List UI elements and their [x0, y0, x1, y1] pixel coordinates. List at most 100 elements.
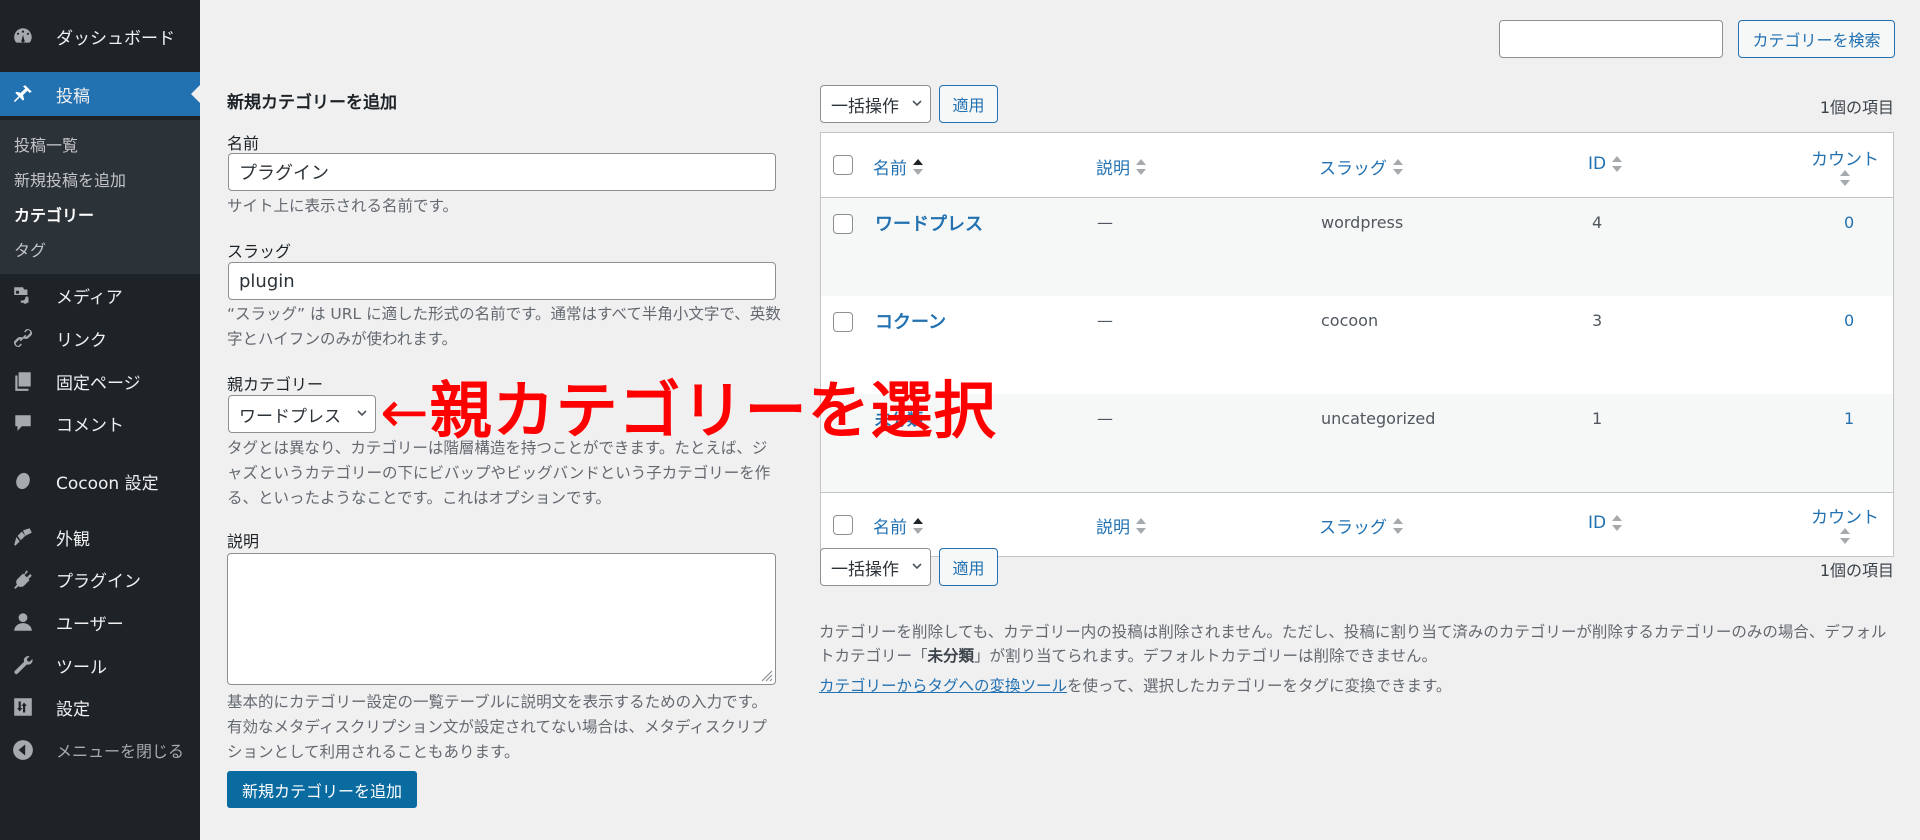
select-all-checkbox[interactable]: [833, 155, 853, 175]
category-name-link[interactable]: コクーン: [875, 308, 946, 334]
categories-table: 名前 説明 スラッグ ID カウント ワードプレス — wordpress 4 …: [820, 132, 1894, 557]
admin-sidebar: ダッシュボード 投稿 投稿一覧 新規投稿を追加 カテゴリー タグ メディア リン…: [0, 0, 200, 840]
name-input[interactable]: プラグイン: [228, 153, 776, 191]
plugin-icon: [12, 568, 34, 590]
column-footer-slug[interactable]: スラッグ: [1319, 513, 1403, 538]
bulk-action-value: 一括操作: [831, 559, 899, 580]
category-count-link[interactable]: 0: [1844, 311, 1854, 330]
menu-item-tools[interactable]: ツール: [0, 645, 200, 685]
menu-item-settings[interactable]: 設定: [0, 687, 200, 727]
row-checkbox[interactable]: [833, 214, 853, 234]
description-help: 基本的にカテゴリー設定の一覧テーブルに説明文を表示するための入力です。有効なメタ…: [227, 693, 768, 761]
menu-label: ダッシュボード: [56, 28, 175, 49]
sort-icon: [1840, 170, 1850, 186]
column-header-count[interactable]: カウント: [1811, 145, 1879, 186]
menu-item-cocoon-settings[interactable]: Cocoon 設定: [0, 461, 200, 501]
menu-item-posts[interactable]: 投稿: [0, 72, 200, 116]
slug-label: スラッグ: [227, 242, 292, 261]
comment-icon: [12, 412, 34, 434]
collapse-menu-button[interactable]: メニューを閉じる: [0, 730, 200, 770]
sort-icon: [1393, 517, 1403, 534]
category-description: —: [1097, 409, 1113, 428]
chevron-down-icon: [912, 100, 922, 107]
apply-button-bottom[interactable]: 適用: [939, 548, 998, 586]
category-id: 1: [1592, 409, 1603, 428]
posts-submenu: 投稿一覧 新規投稿を追加 カテゴリー タグ: [0, 120, 200, 274]
pages-icon: [12, 370, 34, 392]
sort-icon: [1136, 517, 1146, 534]
column-footer-name[interactable]: 名前: [873, 513, 923, 538]
menu-item-links[interactable]: リンク: [0, 318, 200, 358]
resize-grip-icon[interactable]: [759, 668, 773, 682]
menu-label: 投稿: [56, 86, 90, 107]
media-icon: [12, 284, 34, 306]
parent-category-select[interactable]: ワードプレス: [228, 395, 376, 433]
column-footer-count[interactable]: カウント: [1811, 503, 1879, 544]
link-icon: [12, 327, 34, 349]
submenu-item-all-posts[interactable]: 投稿一覧: [14, 132, 78, 156]
converter-note: カテゴリーからタグへの変換ツールを使って、選択したカテゴリーをタグに変換できます…: [819, 677, 1452, 695]
form-title: 新規カテゴリーを追加: [227, 93, 397, 113]
search-categories-button[interactable]: カテゴリーを検索: [1738, 20, 1895, 58]
delete-category-note: カテゴリーを削除しても、カテゴリー内の投稿は削除されません。ただし、投稿に割り当…: [819, 623, 1887, 665]
annotation-text: 親カテゴリーを選択: [429, 374, 997, 447]
submenu-item-add-new-post[interactable]: 新規投稿を追加: [14, 167, 126, 191]
submenu-item-categories[interactable]: カテゴリー: [14, 202, 94, 226]
column-header-slug[interactable]: スラッグ: [1319, 154, 1403, 179]
sort-icon: [1612, 156, 1623, 172]
menu-label: 設定: [56, 699, 90, 720]
menu-label: プラグイン: [56, 571, 141, 592]
sort-icon: [913, 517, 923, 534]
bulk-action-select-top[interactable]: 一括操作: [820, 85, 931, 123]
settings-icon: [12, 696, 34, 718]
submenu-item-tags[interactable]: タグ: [14, 237, 46, 261]
bulk-action-value: 一括操作: [831, 96, 899, 117]
bulk-action-select-bottom[interactable]: 一括操作: [820, 548, 931, 586]
menu-item-dashboard[interactable]: ダッシュボード: [0, 16, 200, 56]
column-header-name[interactable]: 名前: [873, 154, 923, 179]
category-name-link[interactable]: ワードプレス: [875, 210, 983, 236]
collapse-arrow-icon: [12, 739, 34, 761]
row-checkbox[interactable]: [833, 312, 853, 332]
column-header-id[interactable]: ID: [1588, 154, 1623, 174]
menu-item-media[interactable]: メディア: [0, 275, 200, 315]
menu-label: ツール: [56, 657, 107, 678]
category-count-link[interactable]: 1: [1844, 409, 1854, 428]
category-id: 3: [1592, 311, 1603, 330]
category-tag-converter-link[interactable]: カテゴリーからタグへの変換ツール: [819, 677, 1067, 695]
parent-category-help: タグとは異なり、カテゴリーは階層構造を持つことができます。たとえば、ジャズという…: [227, 439, 771, 507]
category-id: 4: [1592, 213, 1603, 232]
menu-label: ユーザー: [56, 614, 124, 635]
table-header-row: 名前 説明 スラッグ ID カウント: [821, 133, 1893, 198]
description-textarea[interactable]: [227, 553, 776, 685]
category-search-input[interactable]: [1499, 20, 1723, 58]
menu-item-pages[interactable]: 固定ページ: [0, 361, 200, 401]
menu-label: メニューを閉じる: [56, 742, 185, 761]
column-footer-description[interactable]: 説明: [1096, 513, 1146, 538]
menu-item-appearance[interactable]: 外観: [0, 517, 200, 557]
name-help: サイト上に表示される名前です。: [227, 197, 458, 215]
column-footer-id[interactable]: ID: [1588, 513, 1623, 533]
item-count-bottom: 1個の項目: [1819, 561, 1894, 580]
select-all-checkbox-footer[interactable]: [833, 515, 853, 535]
category-count-link[interactable]: 0: [1844, 213, 1854, 232]
menu-item-comments[interactable]: コメント: [0, 403, 200, 443]
add-new-category-button[interactable]: 新規カテゴリーを追加: [227, 771, 417, 808]
table-footer-row: 名前 説明 スラッグ ID カウント: [821, 492, 1893, 556]
dashboard-icon: [12, 25, 34, 47]
left-arrow-icon: ←: [380, 378, 430, 446]
menu-item-users[interactable]: ユーザー: [0, 602, 200, 642]
menu-item-plugins[interactable]: プラグイン: [0, 559, 200, 599]
sort-icon: [1136, 158, 1146, 175]
cocoon-icon: [12, 470, 34, 492]
menu-label: リンク: [56, 330, 107, 351]
chevron-down-icon: [357, 410, 367, 417]
apply-button-top[interactable]: 適用: [939, 85, 998, 123]
menu-label: メディア: [56, 287, 123, 308]
chevron-down-icon: [912, 563, 922, 570]
parent-category-label: 親カテゴリー: [227, 375, 324, 394]
menu-label: 外観: [56, 529, 90, 550]
slug-input[interactable]: plugin: [228, 262, 776, 300]
column-header-description[interactable]: 説明: [1096, 154, 1146, 179]
pin-icon: [12, 83, 34, 105]
